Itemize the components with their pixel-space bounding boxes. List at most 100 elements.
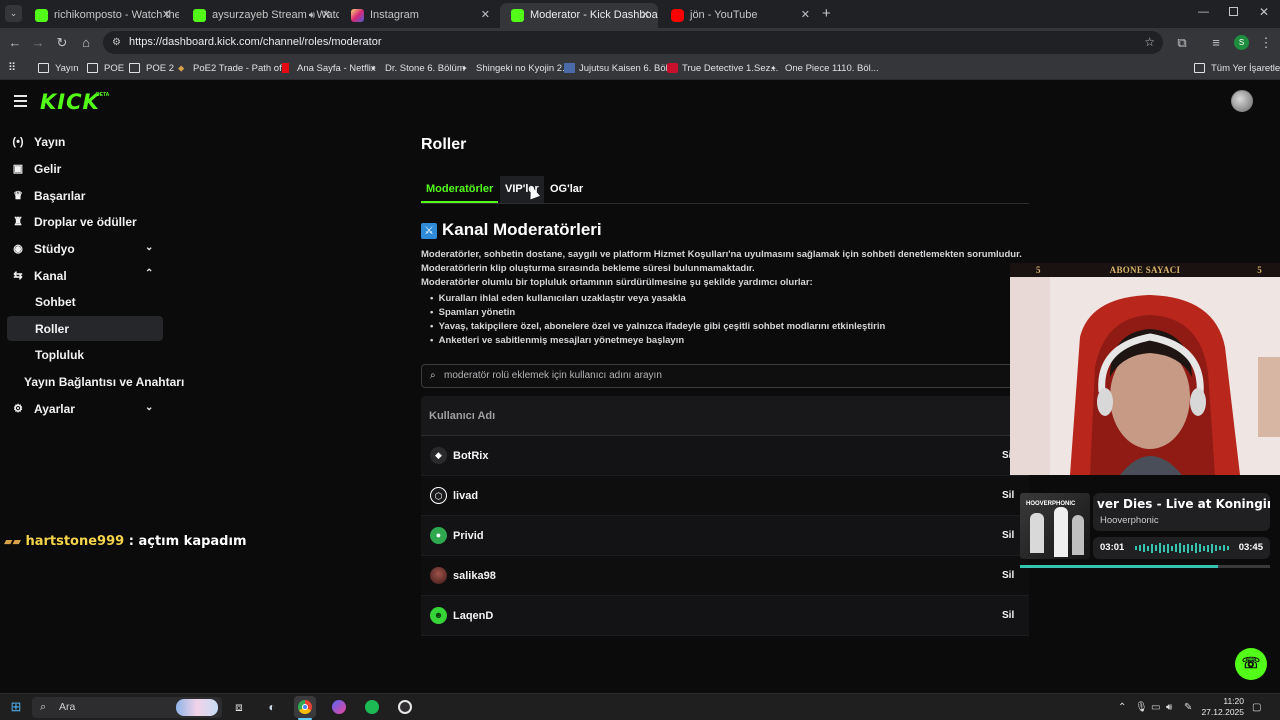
clock[interactable]: 11:20 27.12.2025 xyxy=(1198,696,1244,718)
close-window-icon[interactable]: ✕ xyxy=(1259,5,1269,19)
reload-icon[interactable]: ↻ xyxy=(52,28,72,57)
network-icon[interactable]: ▭ xyxy=(1151,697,1160,718)
folder-icon xyxy=(129,63,140,73)
notifications-icon[interactable]: ▢ xyxy=(1252,697,1261,718)
bookmark-link[interactable]: ⬥ PoE2 Trade - Path of... xyxy=(178,57,290,80)
sidebar-item-ayarlar[interactable]: ⚙ Ayarlar xyxy=(12,397,75,421)
pen-icon[interactable]: ✎ xyxy=(1184,697,1192,718)
microphone-icon[interactable]: 🎙︎ xyxy=(1135,697,1148,718)
browser-tab-4-active[interactable]: Moderator - Kick Dashboard ✕ xyxy=(500,3,658,28)
media-control-icon[interactable]: ≡ xyxy=(1206,28,1226,57)
home-icon[interactable]: ⌂ xyxy=(76,28,96,57)
sidebar-item-sohbet[interactable]: Sohbet xyxy=(35,290,76,314)
hamburger-menu-icon[interactable] xyxy=(14,95,27,110)
apps-icon[interactable]: ⠿ xyxy=(8,57,16,80)
site-icon: ✦ xyxy=(770,64,777,73)
browser-tab-5[interactable]: jön - YouTube ✕ xyxy=(660,3,818,28)
task-view-icon[interactable]: ⧈ xyxy=(228,696,250,718)
browser-tab-strip: ⌄ richikomposto - Watch the VOD ✕ aysurz… xyxy=(0,0,1280,28)
browser-tab-2[interactable]: aysurzayeb Stream - Watch 🔊︎ ✕ xyxy=(182,3,339,28)
song-artist: Hooverphonic xyxy=(1100,515,1159,526)
forward-icon[interactable]: → xyxy=(28,28,48,57)
folder-icon xyxy=(38,63,49,73)
bookmark-folder[interactable]: POE xyxy=(87,57,124,80)
bookmark-link[interactable]: Jujutsu Kaisen 6. Böl... xyxy=(564,57,676,80)
sidebar-item-label: Gelir xyxy=(34,162,62,176)
sidebar-item-studyo[interactable]: ◉ Stüdyo xyxy=(12,237,74,261)
spotify-logo xyxy=(365,700,379,714)
moderator-search-input[interactable]: ⌕ moderatör rolü eklemek için kullanıcı … xyxy=(421,364,1029,388)
steam-icon[interactable]: ◐ xyxy=(261,696,283,718)
sidebar-item-topluluk[interactable]: Topluluk xyxy=(35,343,84,367)
sidebar-item-yayin[interactable]: (•) Yayın xyxy=(12,130,65,154)
sidebar-item-gelir[interactable]: ▣ Gelir xyxy=(12,157,62,181)
all-bookmarks-folder[interactable]: Tüm Yer İşaretleri xyxy=(1194,57,1280,80)
windows-start-icon[interactable]: ⊞ xyxy=(5,696,27,718)
bookmark-link[interactable]: Ana Sayfa - Netflix xyxy=(282,57,376,80)
close-tab-icon[interactable]: ✕ xyxy=(322,3,331,28)
sidebar-item-label: Yayın xyxy=(34,135,66,149)
address-bar[interactable]: ⚙ https://dashboard.kick.com/channel/rol… xyxy=(103,31,1163,54)
kick-logo[interactable]: KICK xyxy=(40,90,100,114)
chevron-down-icon[interactable]: ⌄ xyxy=(145,242,153,253)
site-info-icon[interactable]: ⚙ xyxy=(112,31,121,54)
tab-oglar[interactable]: OG'lar xyxy=(545,176,588,203)
chevron-down-icon[interactable]: ⌄ xyxy=(145,402,153,413)
taskbar-search-box[interactable]: ⌕ Ara xyxy=(32,697,222,718)
extensions-icon[interactable]: ⧉ xyxy=(1172,28,1192,57)
tab-moderatorler[interactable]: Moderatörler xyxy=(421,176,499,203)
browser-tab-3[interactable]: Instagram ✕ xyxy=(340,3,498,28)
close-tab-icon[interactable]: ✕ xyxy=(801,3,810,28)
sidebar-item-kanal[interactable]: ⇆ Kanal xyxy=(12,264,66,288)
bookmark-folder[interactable]: Yayın xyxy=(38,57,79,80)
bookmark-star-icon[interactable]: ☆ xyxy=(1144,31,1155,54)
spotify-icon[interactable] xyxy=(361,696,383,718)
chevron-up-icon[interactable]: ⌃ xyxy=(145,268,153,279)
minimize-icon[interactable]: — xyxy=(1198,6,1209,18)
browser-menu-icon[interactable]: ⋮ xyxy=(1256,28,1276,57)
tab-search-button[interactable]: ⌄ xyxy=(5,5,22,22)
restore-icon[interactable] xyxy=(1229,7,1238,16)
sidebar-item-yayin-baglantisi[interactable]: Yayın Bağlantısı ve Anahtarı xyxy=(24,370,184,394)
song-info: ver Dies - Live at Koningin Elis Hooverp… xyxy=(1093,493,1270,531)
profile-avatar[interactable]: S xyxy=(1234,35,1249,50)
user-avatar[interactable] xyxy=(1231,90,1253,112)
sidebar-item-label: Sohbet xyxy=(35,295,76,309)
bookmark-link[interactable]: ✦ Shingeki no Kyojin 2... xyxy=(461,57,570,80)
bookmark-folder[interactable]: POE 2 xyxy=(129,57,174,80)
sidebar-item-basarilar[interactable]: ♛ Başarılar xyxy=(12,184,85,208)
netflix-icon xyxy=(282,63,289,73)
moderator-name[interactable]: Privid xyxy=(453,516,484,556)
back-icon[interactable]: ← xyxy=(5,28,25,57)
volume-icon[interactable]: 🔊︎ xyxy=(1166,697,1172,718)
remove-moderator-button[interactable]: Sil xyxy=(1002,556,1014,596)
close-tab-icon[interactable]: ✕ xyxy=(481,3,490,28)
sidebar-item-droplar[interactable]: ♜ Droplar ve ödüller xyxy=(12,210,137,234)
folder-icon xyxy=(1194,63,1205,73)
discord-icon[interactable] xyxy=(328,696,350,718)
moderator-name[interactable]: BotRix xyxy=(453,436,488,476)
new-tab-button[interactable]: + xyxy=(822,5,831,22)
bookmark-link[interactable]: ✦ One Piece 1110. Böl... xyxy=(770,57,879,80)
remove-moderator-button[interactable]: Sil xyxy=(1002,516,1014,556)
bookmark-link[interactable]: True Detective 1.Sez... xyxy=(667,57,778,80)
moderator-name[interactable]: LaqenD xyxy=(453,596,493,636)
browser-tab-1[interactable]: richikomposto - Watch the VOD ✕ xyxy=(24,3,179,28)
obs-icon[interactable] xyxy=(394,696,416,718)
moderator-name[interactable]: salika98 xyxy=(453,556,496,596)
speaker-icon[interactable]: 🔊︎ xyxy=(309,3,315,28)
sub-counter-label: ABONE SAYACI xyxy=(1109,265,1181,275)
remove-moderator-button[interactable]: Sil xyxy=(1002,476,1014,516)
privid-avatar: ● xyxy=(430,527,447,544)
close-tab-icon[interactable]: ✕ xyxy=(641,3,650,28)
kick-favicon-icon xyxy=(511,9,524,22)
remove-moderator-button[interactable]: Sil xyxy=(1002,596,1014,636)
close-tab-icon[interactable]: ✕ xyxy=(162,3,171,28)
bookmark-link[interactable]: ✦ Dr. Stone 6. Bölüm xyxy=(370,57,465,80)
chrome-icon[interactable] xyxy=(294,696,316,718)
moderator-name[interactable]: livad xyxy=(453,476,478,516)
sidebar-item-roller[interactable]: Roller xyxy=(35,317,69,341)
support-chat-icon[interactable]: ☏ xyxy=(1235,648,1267,680)
table-row: ☻ LaqenD Sil xyxy=(421,596,1029,636)
show-hidden-icons[interactable]: ⌃ xyxy=(1118,697,1126,718)
